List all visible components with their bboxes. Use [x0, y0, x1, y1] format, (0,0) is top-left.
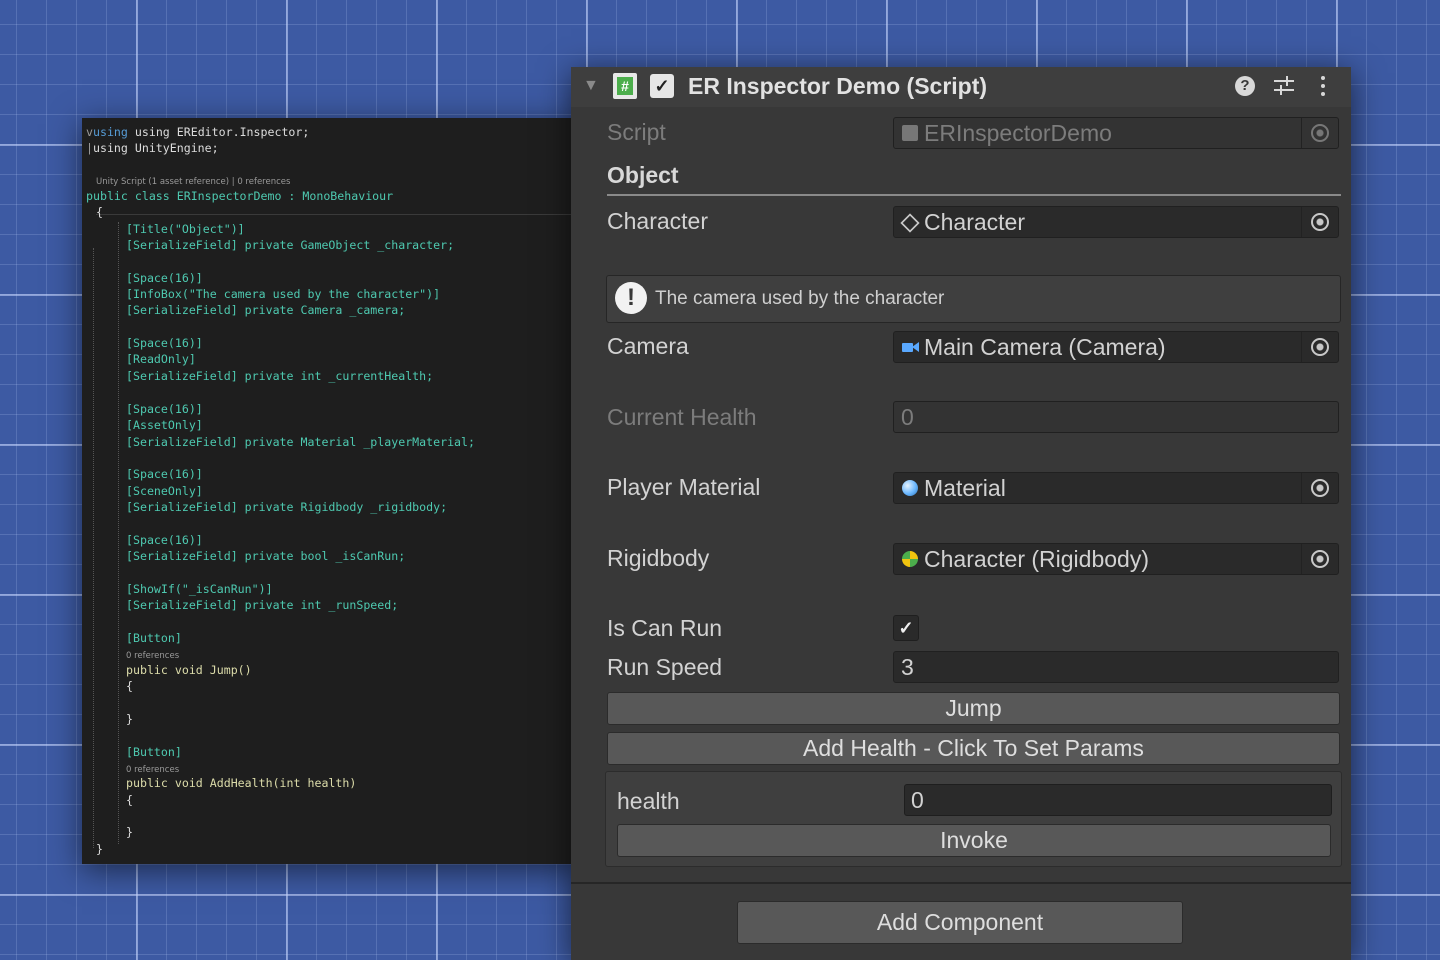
info-box: ! The camera used by the character — [606, 275, 1341, 323]
code-line: [SerializeField] private GameObject _cha… — [126, 238, 455, 252]
checkbox-check-icon: ✓ — [898, 618, 914, 638]
info-box-text: The camera used by the character — [655, 288, 945, 309]
script-field: ERInspectorDemo — [893, 117, 1339, 149]
code-line: [SerializeField] private Material _playe… — [126, 435, 476, 449]
object-picker-icon — [1301, 118, 1338, 148]
code-line: { — [96, 205, 103, 219]
current-health-field: 0 — [893, 401, 1339, 433]
code-line: public void Jump() — [126, 663, 252, 677]
invoke-button[interactable]: Invoke — [617, 824, 1331, 857]
rigidbody-field[interactable]: Character (Rigidbody) — [893, 543, 1339, 575]
warning-icon: ! — [615, 282, 647, 314]
separator-line — [96, 214, 582, 215]
enabled-check-icon[interactable]: ✓ — [650, 74, 674, 98]
section-divider — [607, 194, 1341, 196]
code-line: public void AddHealth(int health) — [126, 776, 357, 790]
script-label: Script — [607, 119, 666, 145]
character-value: Character — [924, 209, 1025, 235]
code-line: [Space(16)] — [126, 402, 203, 416]
code-line: [Space(16)] — [126, 271, 203, 285]
rigidbody-label: Rigidbody — [607, 545, 710, 571]
code-line: [InfoBox("The camera used by the charact… — [126, 287, 441, 301]
script-hash-icon: # — [613, 73, 637, 99]
component-title: ER Inspector Demo (Script) — [688, 73, 988, 99]
is-can-run-label: Is Can Run — [607, 615, 723, 641]
code-line: { — [126, 679, 133, 693]
rigidbody-icon — [902, 551, 918, 567]
code-line: } — [126, 825, 133, 839]
indent-guide — [118, 222, 119, 844]
params-box: health 0 Invoke — [605, 771, 1342, 867]
code-line: vusing using EREditor.Inspector; — [86, 125, 310, 139]
kebab-menu-icon[interactable] — [1321, 76, 1325, 98]
current-health-label: Current Health — [607, 404, 757, 430]
run-speed-label: Run Speed — [607, 654, 723, 680]
code-line: } — [126, 712, 133, 726]
code-line: [ReadOnly] — [126, 352, 196, 366]
player-material-field[interactable]: Material — [893, 472, 1339, 504]
player-material-label: Player Material — [607, 474, 761, 500]
param-health-input[interactable]: 0 — [904, 784, 1332, 816]
param-health-label: health — [617, 788, 680, 814]
code-text: using UnityEngine; — [92, 141, 219, 155]
object-picker-icon[interactable] — [1301, 473, 1338, 503]
jump-button[interactable]: Jump — [607, 692, 1340, 725]
is-can-run-checkbox[interactable]: ✓ — [893, 615, 919, 641]
code-line: [SceneOnly] — [126, 484, 203, 498]
camera-label: Camera — [607, 333, 689, 359]
preset-icon[interactable] — [1274, 75, 1294, 97]
code-line: [Space(16)] — [126, 467, 203, 481]
object-picker-icon[interactable] — [1301, 332, 1338, 362]
code-line: [Button] — [126, 745, 182, 759]
code-line: [ShowIf("_isCanRun")] — [126, 582, 273, 596]
add-component-button[interactable]: Add Component — [737, 901, 1183, 944]
code-line: public class ERInspectorDemo : MonoBehav… — [86, 189, 394, 203]
character-field[interactable]: Character — [893, 206, 1339, 238]
script-value: ERInspectorDemo — [924, 120, 1112, 146]
code-line: [Button] — [126, 631, 182, 645]
inspector-panel: ▼ # ✓ ER Inspector Demo (Script) ? Scrip… — [571, 67, 1351, 960]
code-line: [SerializeField] private int _runSpeed; — [126, 598, 399, 612]
character-label: Character — [607, 208, 708, 234]
code-line: [SerializeField] private Camera _camera; — [126, 303, 406, 317]
code-line: { — [126, 793, 133, 807]
gameobject-cube-icon — [900, 213, 920, 233]
code-text: using EREditor.Inspector; — [134, 125, 310, 139]
section-title: Object — [607, 162, 679, 188]
code-line: |using UnityEngine; — [86, 141, 219, 155]
help-icon[interactable]: ? — [1235, 76, 1255, 96]
camera-field[interactable]: Main Camera (Camera) — [893, 331, 1339, 363]
code-line: [AssetOnly] — [126, 418, 203, 432]
code-editor[interactable]: vusing using EREditor.Inspector; |using … — [82, 118, 582, 864]
fold-arrow-icon[interactable]: ▼ — [583, 77, 599, 95]
code-line: [Title("Object")] — [126, 222, 245, 236]
object-picker-icon[interactable] — [1301, 207, 1338, 237]
player-material-value: Material — [924, 475, 1006, 501]
indent-guide — [93, 248, 94, 848]
code-line: [Space(16)] — [126, 336, 203, 350]
component-header[interactable]: ▼ # ✓ ER Inspector Demo (Script) ? — [571, 67, 1351, 107]
object-picker-icon[interactable] — [1301, 544, 1338, 574]
camera-value: Main Camera (Camera) — [924, 334, 1166, 360]
add-health-button[interactable]: Add Health - Click To Set Params — [607, 732, 1340, 765]
run-speed-field[interactable]: 3 — [893, 651, 1339, 683]
script-hash-icon — [902, 125, 918, 141]
code-line: [SerializeField] private Rigidbody _rigi… — [126, 500, 448, 514]
code-line: [Space(16)] — [126, 533, 203, 547]
material-sphere-icon — [902, 480, 918, 496]
rigidbody-value: Character (Rigidbody) — [924, 546, 1149, 572]
code-line: [SerializeField] private int _currentHea… — [126, 369, 434, 383]
footer-divider — [571, 882, 1351, 884]
camera-icon — [902, 339, 919, 355]
code-line: } — [96, 842, 103, 856]
code-line: [SerializeField] private bool _isCanRun; — [126, 549, 406, 563]
